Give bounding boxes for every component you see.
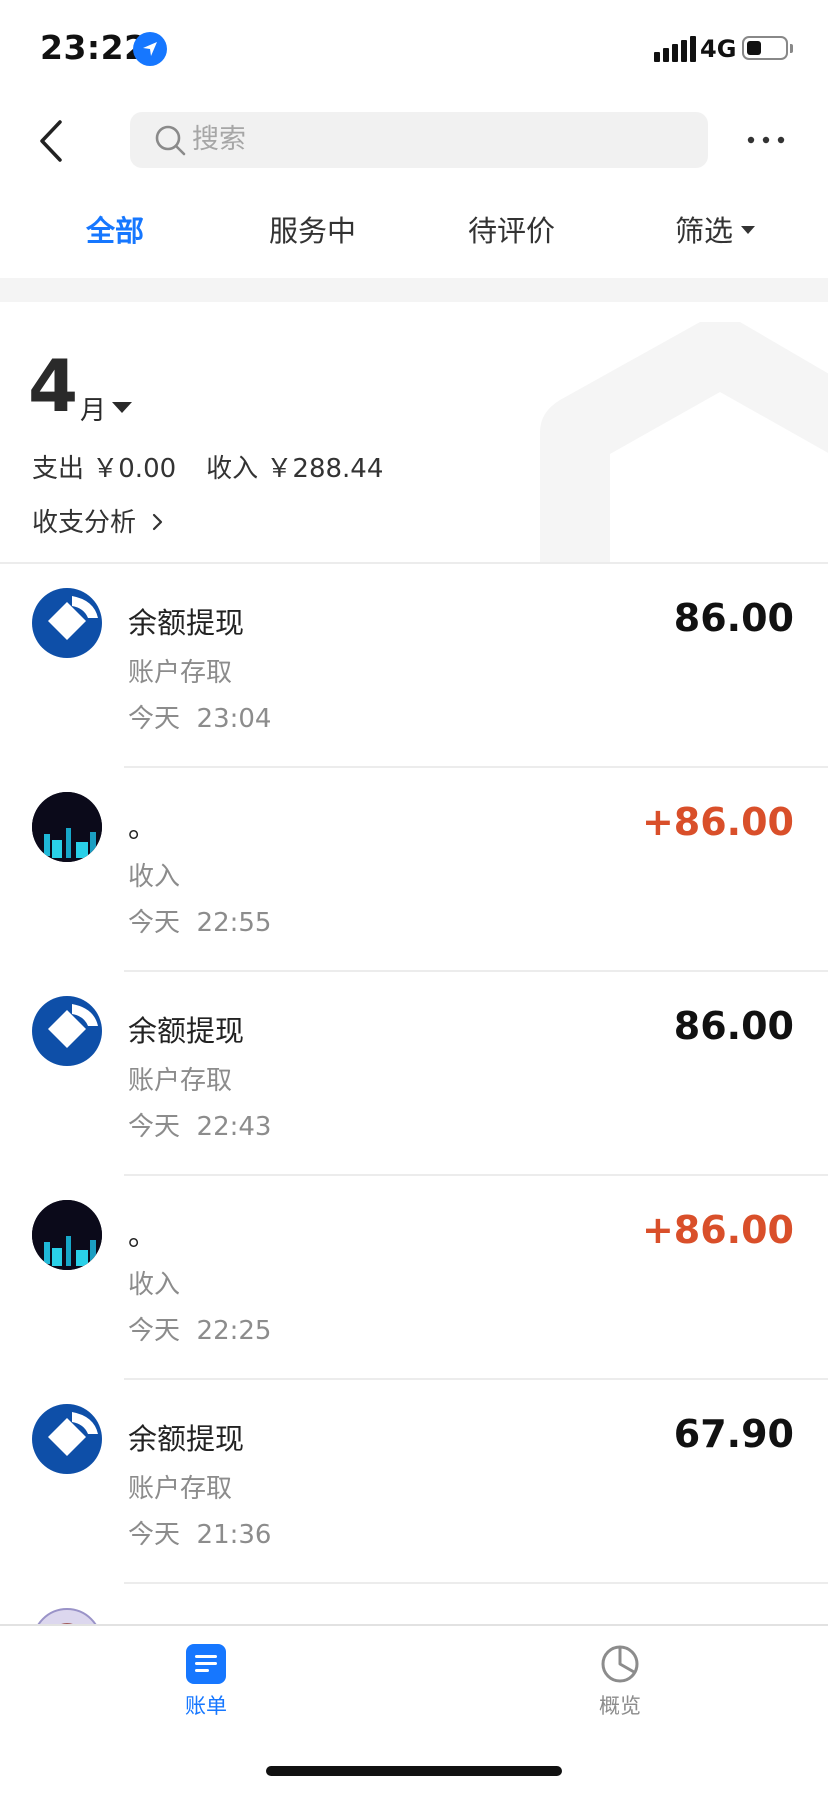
transaction-title: 。 bbox=[128, 810, 158, 844]
pie-chart-icon bbox=[601, 1645, 639, 1683]
month-number[interactable]: 4 bbox=[28, 350, 78, 422]
transaction-date: 今天 bbox=[128, 908, 181, 938]
transaction-datetime: 今天 22:25 bbox=[128, 1310, 271, 1347]
transaction-time: 23:04 bbox=[196, 704, 272, 734]
nav-overview[interactable]: 概览 bbox=[560, 1644, 680, 1720]
transaction-datetime: 今天 21:36 bbox=[128, 1514, 271, 1551]
battery-tip bbox=[790, 44, 793, 53]
transaction-category: 账户存取 bbox=[128, 658, 233, 688]
transaction-list: 余额提现 账户存取 今天 23:04 86.00 。 收入 今天 22:55 +… bbox=[0, 564, 828, 1624]
nav-bill[interactable]: 账单 bbox=[146, 1644, 266, 1720]
tab-in-service[interactable]: 服务中 bbox=[269, 206, 356, 256]
expense-total: 支出 ￥0.00 bbox=[32, 454, 177, 484]
user-avatar bbox=[32, 792, 102, 862]
status-time: 23:22 bbox=[40, 28, 148, 67]
income-expense-analysis-link[interactable]: 收支分析 bbox=[32, 502, 136, 539]
transaction-amount: 86.00 bbox=[673, 1004, 794, 1048]
cellular-signal-icon bbox=[654, 36, 696, 62]
bank-logo-icon bbox=[32, 1404, 102, 1474]
transaction-time: 22:55 bbox=[196, 908, 272, 938]
location-arrow-icon bbox=[133, 32, 167, 66]
transaction-date: 今天 bbox=[128, 1316, 181, 1346]
transaction-time: 21:36 bbox=[196, 1520, 272, 1550]
home-indicator[interactable] bbox=[266, 1766, 562, 1776]
bill-icon bbox=[186, 1644, 226, 1684]
transaction-row[interactable] bbox=[0, 1584, 828, 1624]
nav-overview-label: 概览 bbox=[599, 1694, 641, 1718]
transaction-amount: 86.00 bbox=[673, 596, 794, 640]
user-avatar bbox=[32, 1608, 102, 1624]
back-arrow-icon[interactable] bbox=[34, 118, 74, 164]
section-separator bbox=[0, 278, 828, 302]
transaction-title: 余额提现 bbox=[128, 1422, 245, 1456]
transaction-row[interactable]: 余额提现 账户存取 今天 22:43 86.00 bbox=[0, 972, 828, 1176]
transaction-title: 余额提现 bbox=[128, 1014, 245, 1048]
network-type: 4G bbox=[700, 35, 737, 63]
tab-filter[interactable]: 筛选 bbox=[675, 206, 756, 256]
search-input[interactable]: 搜索 bbox=[130, 112, 708, 168]
filter-tabs: 全部 服务中 待评价 筛选 bbox=[0, 206, 828, 266]
transaction-title: 。 bbox=[128, 1218, 158, 1252]
transaction-amount: +86.00 bbox=[641, 1208, 794, 1252]
transaction-row[interactable]: 余额提现 账户存取 今天 23:04 86.00 bbox=[0, 564, 828, 768]
transaction-amount: 67.90 bbox=[673, 1412, 794, 1456]
tab-all[interactable]: 全部 bbox=[86, 206, 144, 256]
search-icon bbox=[155, 125, 186, 156]
income-total: 收入 ￥288.44 bbox=[206, 454, 384, 484]
transaction-row[interactable]: 余额提现 账户存取 今天 21:36 67.90 bbox=[0, 1380, 828, 1584]
transaction-title: 余额提现 bbox=[128, 606, 245, 640]
status-bar: 23:22 4G bbox=[0, 0, 828, 100]
transaction-row[interactable]: 。 收入 今天 22:55 +86.00 bbox=[0, 768, 828, 972]
transaction-date: 今天 bbox=[128, 704, 181, 734]
background-hexagon-decoration bbox=[540, 322, 828, 562]
bank-logo-icon bbox=[32, 588, 102, 658]
caret-down-icon bbox=[741, 226, 756, 234]
chevron-right-icon[interactable] bbox=[152, 512, 164, 532]
transaction-row[interactable]: 。 收入 今天 22:25 +86.00 bbox=[0, 1176, 828, 1380]
transaction-category: 收入 bbox=[128, 1270, 181, 1300]
more-options-icon[interactable] bbox=[745, 130, 787, 150]
month-summary: 4 月 支出 ￥0.00 收入 ￥288.44 收支分析 bbox=[0, 302, 828, 562]
battery-icon bbox=[742, 36, 788, 60]
transaction-category: 账户存取 bbox=[128, 1066, 233, 1096]
month-totals: 支出 ￥0.00 收入 ￥288.44 bbox=[32, 448, 413, 485]
transaction-datetime: 今天 22:55 bbox=[128, 902, 271, 939]
transaction-category: 收入 bbox=[128, 862, 181, 892]
tab-filter-label: 筛选 bbox=[675, 214, 734, 248]
transaction-amount: +86.00 bbox=[641, 800, 794, 844]
transaction-datetime: 今天 22:43 bbox=[128, 1106, 271, 1143]
bottom-nav: 账单 概览 bbox=[0, 1624, 828, 1794]
user-avatar bbox=[32, 1200, 102, 1270]
month-dropdown-icon[interactable] bbox=[112, 402, 132, 413]
transaction-category: 账户存取 bbox=[128, 1474, 233, 1504]
transaction-date: 今天 bbox=[128, 1112, 181, 1142]
bank-logo-icon bbox=[32, 996, 102, 1066]
tab-to-review[interactable]: 待评价 bbox=[468, 206, 555, 256]
transaction-time: 22:25 bbox=[196, 1316, 272, 1346]
transaction-date: 今天 bbox=[128, 1520, 181, 1550]
transaction-time: 22:43 bbox=[196, 1112, 272, 1142]
transaction-datetime: 今天 23:04 bbox=[128, 698, 271, 735]
nav-bill-label: 账单 bbox=[185, 1694, 227, 1718]
month-unit[interactable]: 月 bbox=[80, 390, 106, 427]
search-placeholder: 搜索 bbox=[192, 124, 246, 155]
